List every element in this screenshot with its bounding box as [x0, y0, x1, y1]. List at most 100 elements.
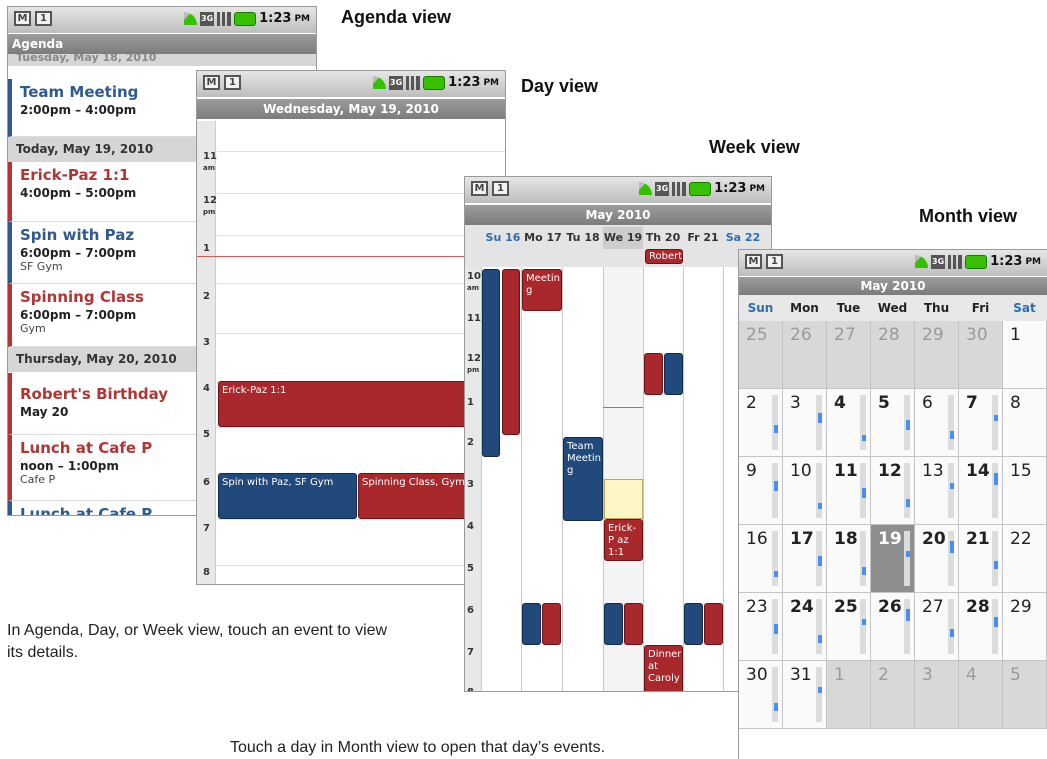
3g-icon: 3G: [200, 11, 215, 26]
month-day-number: 11: [834, 461, 858, 481]
month-day-cell[interactable]: 26: [871, 593, 915, 661]
month-day-cell[interactable]: 2: [871, 661, 915, 729]
hour-line: [217, 519, 505, 520]
month-day-cell[interactable]: 13: [915, 457, 959, 525]
month-day-cell[interactable]: 1: [827, 661, 871, 729]
week-event[interactable]: [502, 269, 520, 435]
month-day-cell[interactable]: 19: [871, 525, 915, 593]
week-event-team-meeting[interactable]: Team Meetin g: [563, 437, 603, 521]
hour-label-text: 11: [203, 151, 217, 162]
month-day-cell[interactable]: 29: [1003, 593, 1047, 661]
month-day-cell[interactable]: 27: [827, 321, 871, 389]
month-day-cell[interactable]: 23: [739, 593, 783, 661]
month-day-cell[interactable]: 3: [915, 661, 959, 729]
month-day-number: 3: [790, 393, 801, 413]
event-marker: [818, 556, 822, 566]
month-day-cell[interactable]: 12: [871, 457, 915, 525]
month-day-cell[interactable]: 22: [1003, 525, 1047, 593]
week-event[interactable]: [604, 603, 623, 645]
agenda-title-text: Agenda: [12, 37, 64, 51]
month-day-cell[interactable]: 17: [783, 525, 827, 593]
month-day-number: 2: [878, 665, 889, 685]
event-label: Team Meetin g: [567, 441, 601, 476]
event-marker: [950, 629, 954, 637]
week-day-label[interactable]: We 19: [603, 227, 643, 249]
event-label: Meetin g: [526, 273, 560, 296]
gmail-icon: M: [471, 181, 488, 196]
event-spin-with-paz[interactable]: Spin with Paz, SF Gym: [218, 473, 357, 519]
week-day-label[interactable]: Tu 18: [563, 231, 603, 244]
event-label: Erick-P az 1:1: [608, 523, 637, 558]
event-marker: [774, 425, 778, 433]
month-day-cell[interactable]: 2: [739, 389, 783, 457]
event-erick-paz[interactable]: Erick-Paz 1:1: [218, 381, 505, 427]
month-day-cell[interactable]: 30: [739, 661, 783, 729]
month-day-cell[interactable]: 31: [783, 661, 827, 729]
week-event[interactable]: [644, 353, 663, 395]
hour-ampm: am: [203, 164, 216, 172]
hour-line: [217, 235, 505, 236]
month-day-cell[interactable]: 29: [915, 321, 959, 389]
week-day-label[interactable]: Fr 21: [683, 231, 723, 244]
month-day-cell[interactable]: 7: [959, 389, 1003, 457]
month-day-cell[interactable]: 26: [783, 321, 827, 389]
month-day-cell[interactable]: 5: [1003, 661, 1047, 729]
month-day-cell[interactable]: 9: [739, 457, 783, 525]
month-day-cell[interactable]: 30: [959, 321, 1003, 389]
week-event[interactable]: [624, 603, 643, 645]
month-day-cell[interactable]: 28: [959, 593, 1003, 661]
month-day-cell[interactable]: 27: [915, 593, 959, 661]
week-event-dinner[interactable]: Dinner at Caroly: [644, 645, 683, 691]
event-label: Spin with Paz, SF Gym: [222, 477, 334, 488]
week-event[interactable]: [542, 603, 561, 645]
week-event-erick-paz[interactable]: Erick-P az 1:1: [604, 519, 643, 561]
month-day-cell[interactable]: 10: [783, 457, 827, 525]
hour-ampm: am: [467, 284, 480, 292]
month-day-cell[interactable]: 20: [915, 525, 959, 593]
month-day-number: 26: [878, 597, 902, 617]
day-title: Wednesday, May 19, 2010: [197, 99, 505, 119]
hour-label-text: 2: [203, 291, 210, 302]
week-event[interactable]: [522, 603, 541, 645]
month-day-cell[interactable]: 18: [827, 525, 871, 593]
week-day-label[interactable]: Th 20: [643, 231, 683, 244]
week-event[interactable]: [482, 269, 500, 457]
month-day-cell[interactable]: 24: [783, 593, 827, 661]
month-day-cell[interactable]: 5: [871, 389, 915, 457]
month-day-cell[interactable]: 25: [827, 593, 871, 661]
hour-ampm: pm: [203, 208, 216, 216]
week-event[interactable]: [704, 603, 723, 645]
hour-label-text: 7: [467, 647, 474, 658]
week-event[interactable]: [684, 603, 703, 645]
selected-slot[interactable]: [604, 479, 643, 519]
week-day-label[interactable]: Su 16: [483, 231, 523, 244]
month-day-cell[interactable]: 4: [827, 389, 871, 457]
month-day-cell[interactable]: 15: [1003, 457, 1047, 525]
month-day-cell[interactable]: 6: [915, 389, 959, 457]
week-event-meeting[interactable]: Meetin g: [522, 269, 562, 311]
month-day-cell[interactable]: 11: [827, 457, 871, 525]
event-density-strip: [992, 395, 998, 450]
month-day-cell[interactable]: 16: [739, 525, 783, 593]
month-day-number: 30: [966, 325, 988, 345]
weekday-label: Sat: [1013, 301, 1036, 315]
month-day-cell[interactable]: 4: [959, 661, 1003, 729]
month-day-cell[interactable]: 1: [1003, 321, 1047, 389]
signal-icon: [948, 254, 963, 269]
month-day-cell[interactable]: 3: [783, 389, 827, 457]
month-day-cell[interactable]: 28: [871, 321, 915, 389]
month-day-cell[interactable]: 8: [1003, 389, 1047, 457]
month-day-cell[interactable]: 21: [959, 525, 1003, 593]
month-day-cell[interactable]: 14: [959, 457, 1003, 525]
event-marker: [774, 703, 778, 711]
allday-event-robert[interactable]: Robert: [645, 249, 683, 264]
week-day-label[interactable]: Sa 22: [723, 231, 763, 244]
hour-line: [217, 565, 505, 566]
week-day-label[interactable]: Mo 17: [523, 231, 563, 244]
month-day-number: 27: [922, 597, 944, 617]
weekday-label: Sun: [747, 301, 774, 315]
week-event[interactable]: [664, 353, 683, 395]
agenda-title: Agenda: [8, 34, 316, 54]
month-day-cell[interactable]: 25: [739, 321, 783, 389]
event-density-strip: [772, 531, 778, 586]
